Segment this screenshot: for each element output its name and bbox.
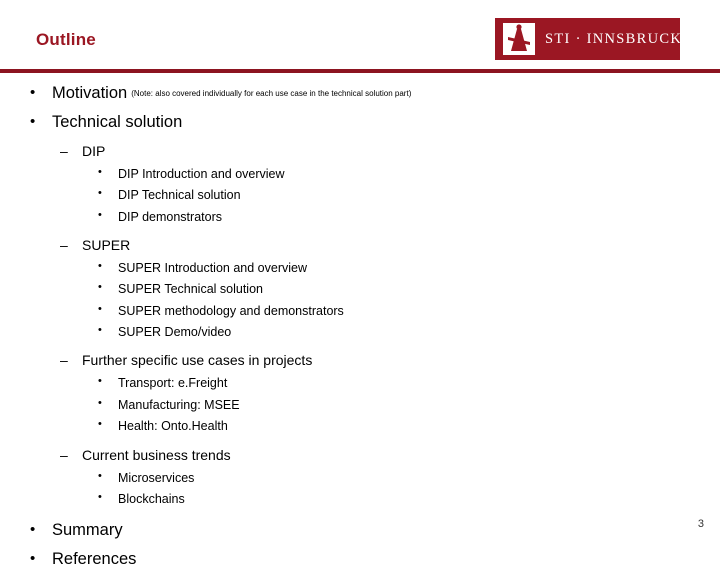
sublist-dip: • DIP Introduction and overview • DIP Te… xyxy=(82,165,720,227)
outline-label: Motivation xyxy=(52,84,128,102)
sti-innsbruck-logo-mark xyxy=(503,23,535,55)
outline-label: DIP Introduction and overview xyxy=(118,166,285,181)
slide: Outline STI · INNSBRUCK • Motivation (Not… xyxy=(0,0,720,568)
list-item-dip: – DIP • DIP Introduction and overview • … xyxy=(52,141,720,227)
list-item-current-business-trends: – Current business trends • Microservice… xyxy=(52,445,720,510)
dot-bullet-icon: • xyxy=(98,259,102,272)
list-item: • DIP Technical solution xyxy=(82,186,720,205)
outline-label: References xyxy=(52,550,137,569)
dash-bullet-icon: – xyxy=(60,142,68,159)
list-item: • SUPER Introduction and overview xyxy=(82,259,720,278)
list-item-references: • References xyxy=(0,548,720,572)
sublist-technical-solution: – DIP • DIP Introduction and overview • … xyxy=(52,141,720,510)
logo-text: STI · INNSBRUCK xyxy=(545,30,683,47)
outline-note: (Note: also covered individually for eac… xyxy=(131,89,412,98)
outline-label: Current business trends xyxy=(82,446,231,463)
outline-label: Further specific use cases in projects xyxy=(82,352,313,369)
list-item: • SUPER Technical solution xyxy=(82,280,720,299)
bullet-icon: • xyxy=(30,84,36,101)
list-item-super: – SUPER • SUPER Introduction and overvie… xyxy=(52,235,720,343)
dot-bullet-icon: • xyxy=(98,281,102,294)
outline-list: • Motivation (Note: also covered individu… xyxy=(0,82,720,572)
outline-label: SUPER methodology and demonstrators xyxy=(118,303,344,318)
list-item: • DIP Introduction and overview xyxy=(82,165,720,184)
dot-bullet-icon: • xyxy=(98,165,102,178)
sti-innsbruck-logo: STI · INNSBRUCK xyxy=(495,18,683,60)
outline-label: SUPER xyxy=(82,236,131,253)
outline-label: SUPER Technical solution xyxy=(118,282,263,297)
dash-bullet-icon: – xyxy=(60,236,68,253)
sublist-super: • SUPER Introduction and overview • SUPE… xyxy=(82,259,720,343)
outline-label: Transport: e.Freight xyxy=(118,376,228,391)
dot-bullet-icon: • xyxy=(98,469,102,482)
list-item-motivation: • Motivation (Note: also covered individu… xyxy=(0,82,720,106)
dash-bullet-icon: – xyxy=(60,446,68,463)
list-item: • SUPER methodology and demonstrators xyxy=(82,302,720,321)
outline-label: Microservices xyxy=(118,470,195,485)
list-item: • Health: Onto.Health xyxy=(82,417,720,436)
dot-bullet-icon: • xyxy=(98,396,102,409)
dot-bullet-icon: • xyxy=(98,208,102,221)
list-item: • Blockchains xyxy=(82,490,720,509)
list-item: • SUPER Demo/video xyxy=(82,323,720,342)
outline-label: Summary xyxy=(52,521,123,540)
outline-label: Blockchains xyxy=(118,491,185,506)
dot-bullet-icon: • xyxy=(98,418,102,431)
bullet-icon: • xyxy=(30,521,36,539)
outline-label: SUPER Demo/video xyxy=(118,325,232,340)
dash-bullet-icon: – xyxy=(60,352,68,369)
list-item: • DIP demonstrators xyxy=(82,208,720,227)
dot-bullet-icon: • xyxy=(98,187,102,200)
list-item-further-use-cases: – Further specific use cases in projects… xyxy=(52,350,720,436)
outline-label: DIP demonstrators xyxy=(118,209,222,224)
dot-bullet-icon: • xyxy=(98,490,102,503)
title-divider xyxy=(0,69,720,73)
page-number: 3 xyxy=(697,518,704,530)
list-item: • Microservices xyxy=(82,469,720,488)
page-title: Outline xyxy=(36,30,96,49)
outline-label: Manufacturing: MSEE xyxy=(118,397,240,412)
bullet-icon: • xyxy=(30,112,36,130)
sublist-further-use-cases: • Transport: e.Freight • Manufacturing: … xyxy=(82,374,720,436)
list-item-technical-solution: • Technical solution – DIP • DIP Introdu… xyxy=(0,111,720,509)
dot-bullet-icon: • xyxy=(98,324,102,337)
list-item: • Transport: e.Freight xyxy=(82,374,720,393)
outline-content: • Motivation (Note: also covered individu… xyxy=(0,82,720,577)
dot-bullet-icon: • xyxy=(98,302,102,315)
sublist-current-business-trends: • Microservices • Blockchains xyxy=(82,469,720,510)
dot-bullet-icon: • xyxy=(98,375,102,388)
outline-label: Technical solution xyxy=(52,112,183,131)
bullet-icon: • xyxy=(30,550,36,568)
outline-label: SUPER Introduction and overview xyxy=(118,260,307,275)
outline-label: DIP Technical solution xyxy=(118,188,241,203)
outline-label: Health: Onto.Health xyxy=(118,419,228,434)
list-item: • Manufacturing: MSEE xyxy=(82,396,720,415)
outline-label: DIP xyxy=(82,142,106,159)
